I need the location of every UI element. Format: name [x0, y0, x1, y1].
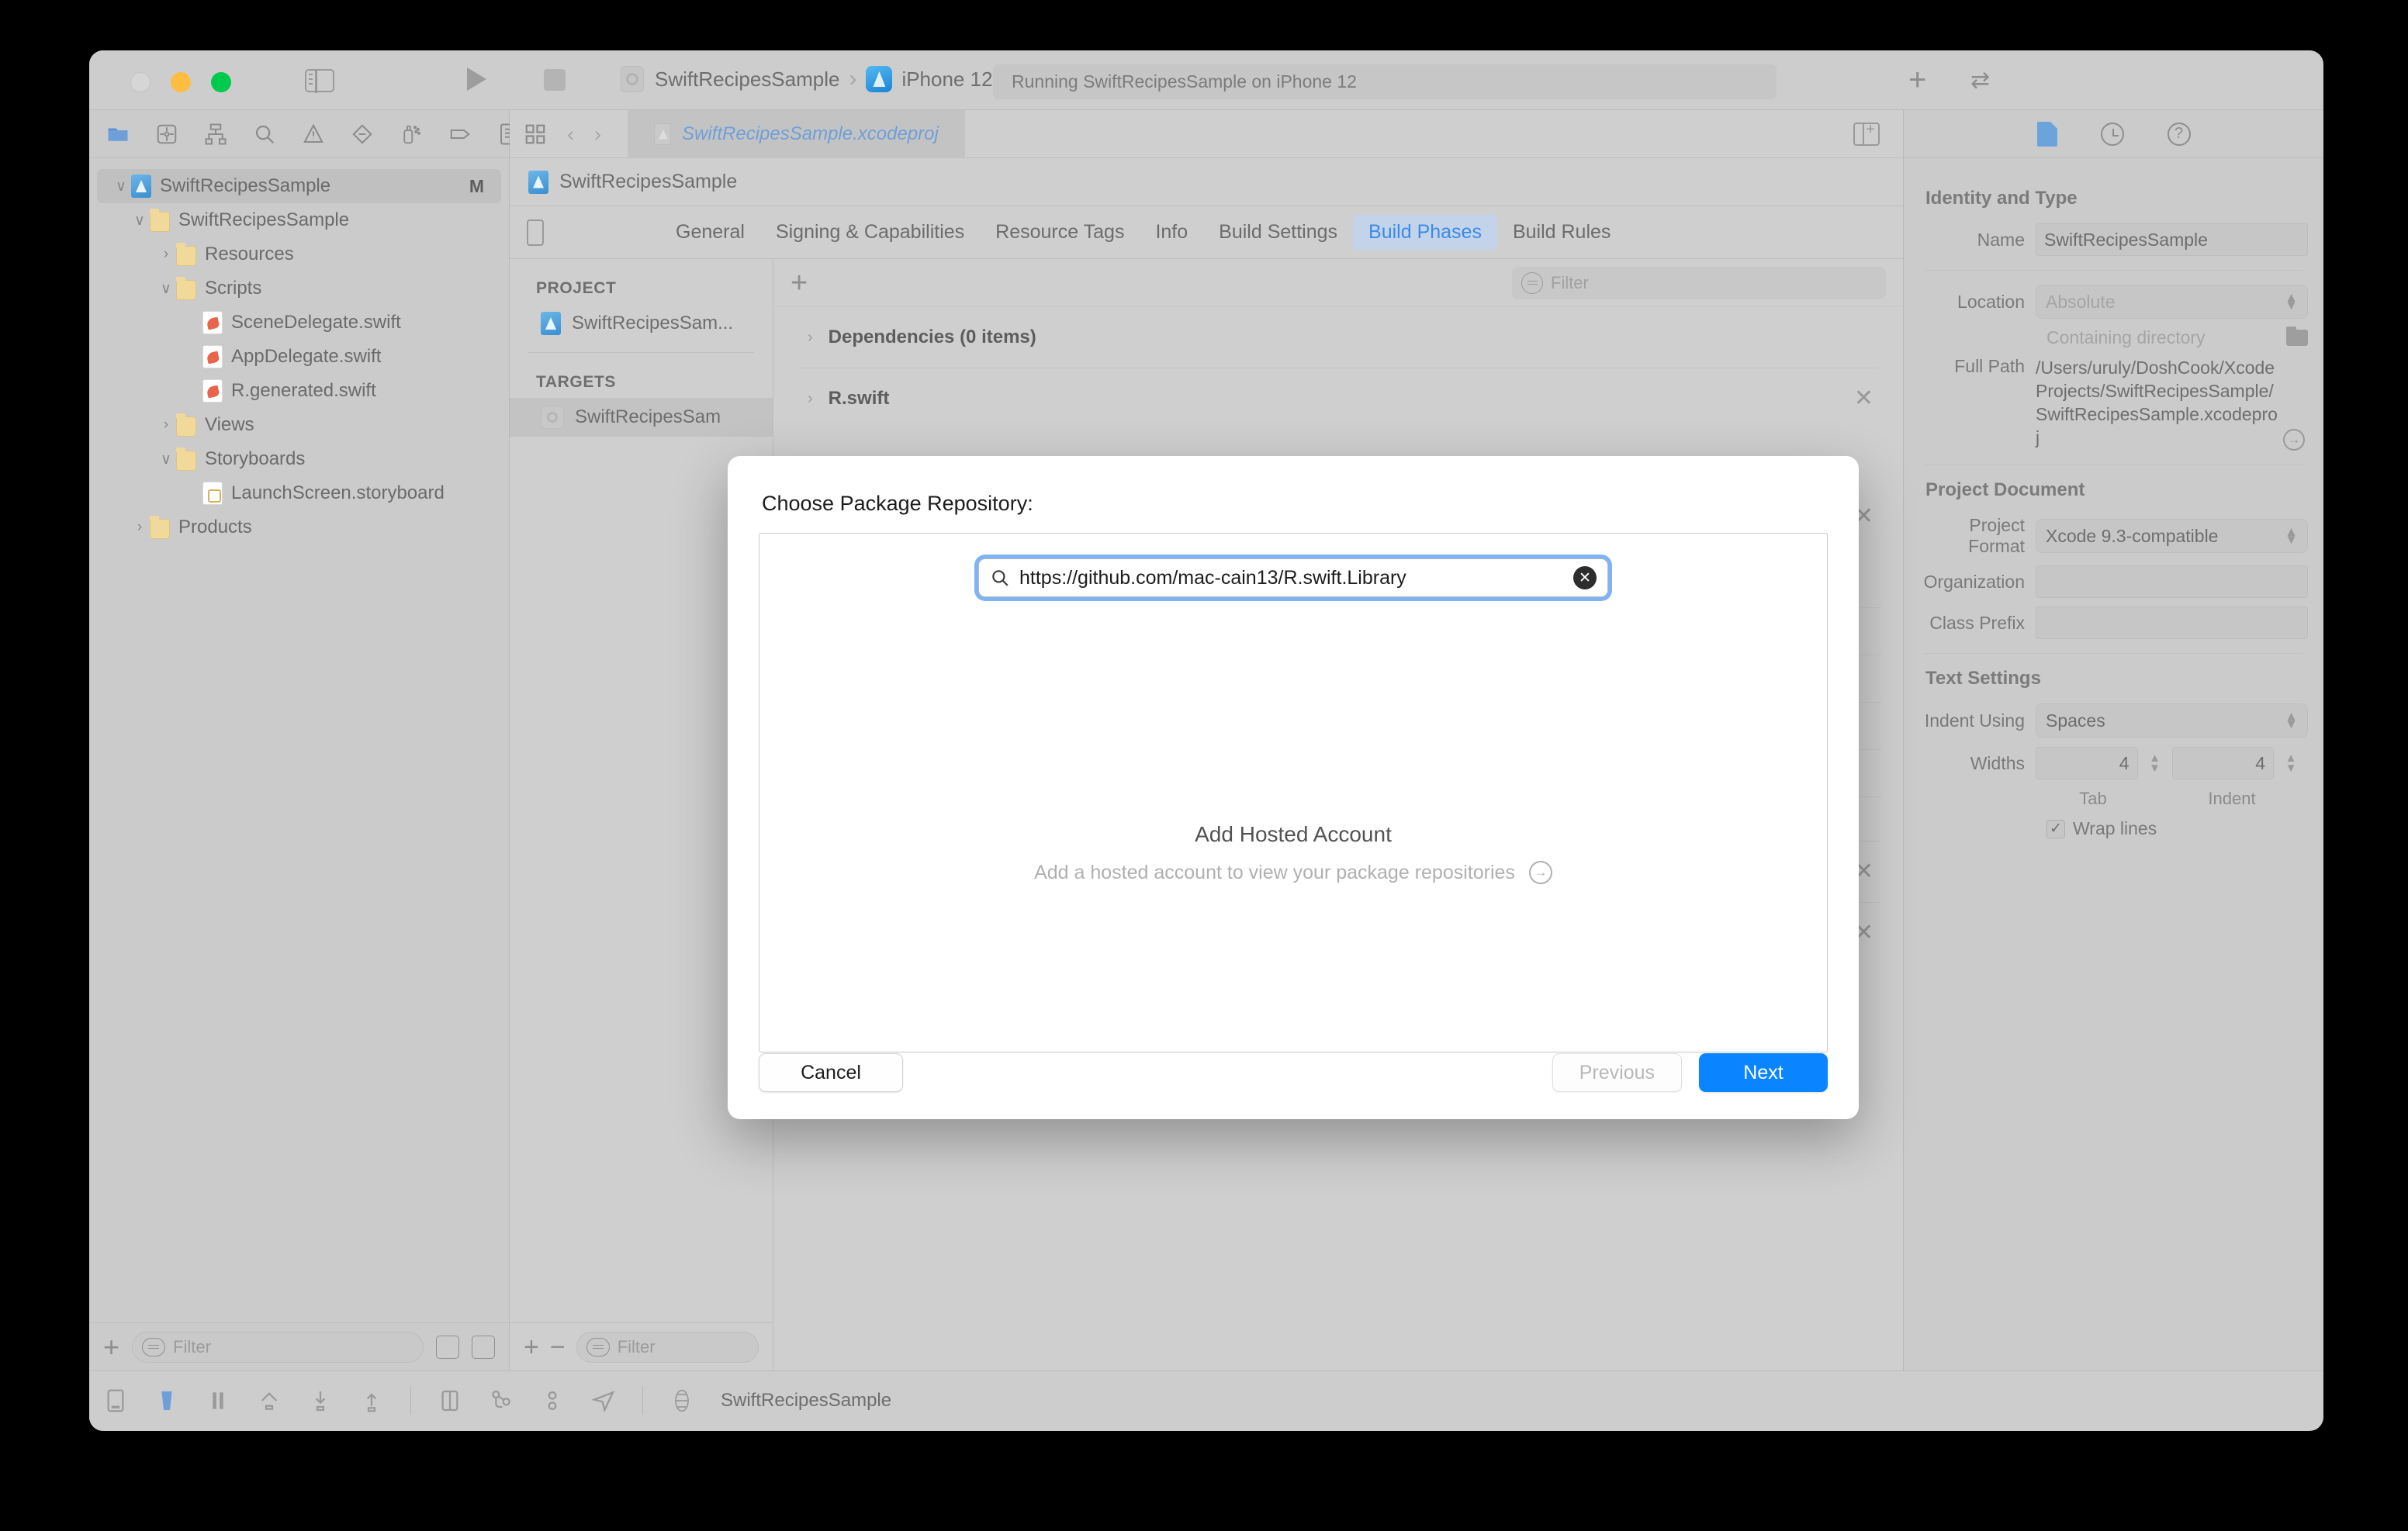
arrow-right-icon[interactable]: → — [1528, 861, 1552, 884]
package-url-value[interactable]: https://github.com/mac-cain13/R.swift.Li… — [1019, 567, 1564, 589]
clear-search-button[interactable]: ✕ — [1573, 566, 1597, 589]
choose-package-repository-dialog: Choose Package Repository: https://githu… — [728, 456, 1859, 1119]
dialog-title: Choose Package Repository: — [762, 492, 1033, 515]
empty-state-subtitle-row[interactable]: Add a hosted account to view your packag… — [1034, 861, 1552, 884]
dialog-footer: Cancel Previous Next — [759, 1026, 1828, 1119]
search-field-wrapper: https://github.com/mac-cain13/R.swift.Li… — [978, 558, 1608, 597]
next-button[interactable]: Next — [1699, 1053, 1828, 1092]
xcode-window: SwiftRecipesSample › iPhone 12 Running S… — [89, 50, 2323, 1431]
package-repository-list: https://github.com/mac-cain13/R.swift.Li… — [759, 533, 1828, 1052]
package-url-search-field[interactable]: https://github.com/mac-cain13/R.swift.Li… — [978, 558, 1608, 597]
empty-state-subtitle: Add a hosted account to view your packag… — [1034, 861, 1515, 883]
add-hosted-account-empty-state: Add Hosted Account Add a hosted account … — [759, 822, 1827, 884]
previous-button[interactable]: Previous — [1552, 1053, 1682, 1092]
search-icon — [990, 568, 1010, 588]
empty-state-title: Add Hosted Account — [1195, 822, 1392, 846]
cancel-button[interactable]: Cancel — [759, 1053, 903, 1092]
